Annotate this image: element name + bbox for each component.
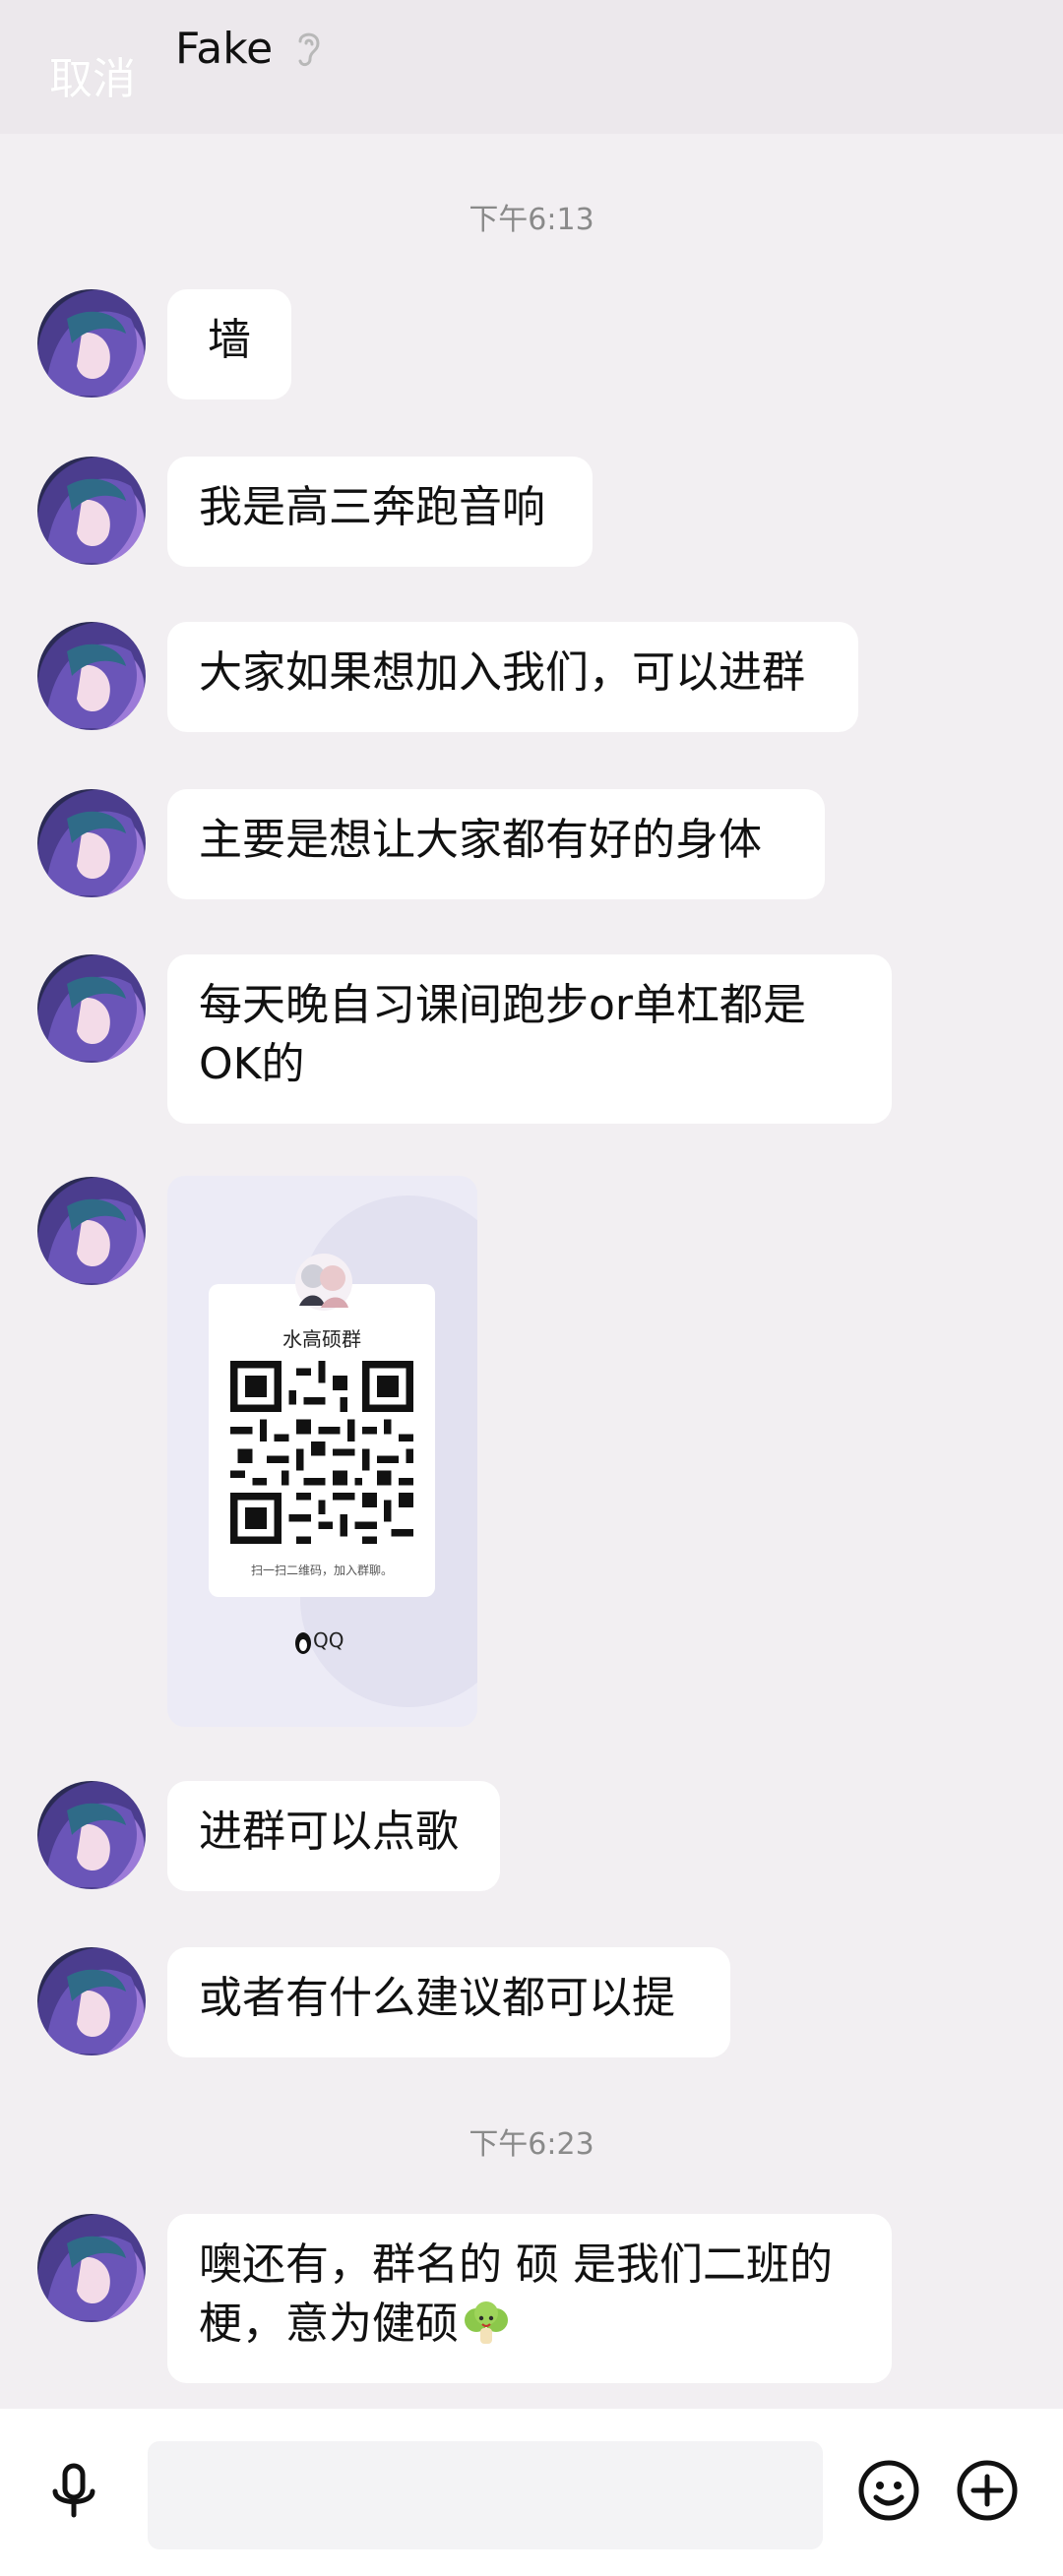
avatar[interactable] xyxy=(37,622,146,730)
message-bubble[interactable]: 主要是想让大家都有好的身体 xyxy=(167,789,825,899)
group-avatar-icon xyxy=(295,1254,352,1311)
qq-label: QQ xyxy=(313,1628,344,1652)
group-name: 水高硕群 xyxy=(282,1327,361,1351)
message-input[interactable] xyxy=(148,2441,823,2549)
avatar[interactable] xyxy=(37,289,146,398)
message-text: 噢还有，群名的 硕 是我们二班的梗，意为健硕 xyxy=(199,2239,833,2349)
microphone-icon[interactable] xyxy=(39,2456,108,2525)
avatar[interactable] xyxy=(37,954,146,1063)
qr-hint-text: 扫一扫二维码，加入群聊。 xyxy=(250,1564,393,1577)
message-bubble[interactable]: 我是高三奔跑音响 xyxy=(167,457,593,567)
avatar[interactable] xyxy=(37,2214,146,2322)
qq-badge: QQ xyxy=(293,1628,344,1655)
contact-name[interactable]: Fake xyxy=(175,24,273,74)
avatar[interactable] xyxy=(37,1947,146,2055)
timestamp: 下午6:23 xyxy=(469,2127,594,2162)
ear-icon[interactable] xyxy=(290,28,326,71)
penguin-icon xyxy=(295,1631,311,1654)
cancel-button[interactable]: 取消 xyxy=(49,43,136,106)
message-bubble[interactable]: 进群可以点歌 xyxy=(167,1781,500,1891)
avatar[interactable] xyxy=(37,1781,146,1889)
qr-panel: 水高硕群 扫一扫二维码，加入群聊。 xyxy=(209,1284,435,1597)
qr-code-image[interactable] xyxy=(230,1361,413,1544)
message-bubble[interactable]: 大家如果想加入我们，可以进群 xyxy=(167,622,858,732)
timestamp: 下午6:13 xyxy=(469,203,594,237)
avatar[interactable] xyxy=(37,1177,146,1285)
emoji-icon[interactable] xyxy=(854,2456,923,2525)
message-bubble[interactable]: 墙 xyxy=(167,289,291,399)
chat-header: 取消 Fake xyxy=(0,0,1063,134)
avatar[interactable] xyxy=(37,789,146,897)
broccoli-emoji-icon xyxy=(465,2301,508,2344)
qr-code-card[interactable]: 水高硕群 扫一扫二维码，加入群聊。 QQ xyxy=(167,1176,477,1727)
message-bubble[interactable]: 或者有什么建议都可以提 xyxy=(167,1947,730,2057)
avatar[interactable] xyxy=(37,457,146,565)
plus-icon[interactable] xyxy=(953,2456,1022,2525)
input-bar xyxy=(0,2409,1063,2576)
message-bubble[interactable]: 每天晚自习课间跑步or单杠都是OK的 xyxy=(167,954,892,1124)
message-bubble[interactable]: 噢还有，群名的 硕 是我们二班的梗，意为健硕 xyxy=(167,2214,892,2383)
